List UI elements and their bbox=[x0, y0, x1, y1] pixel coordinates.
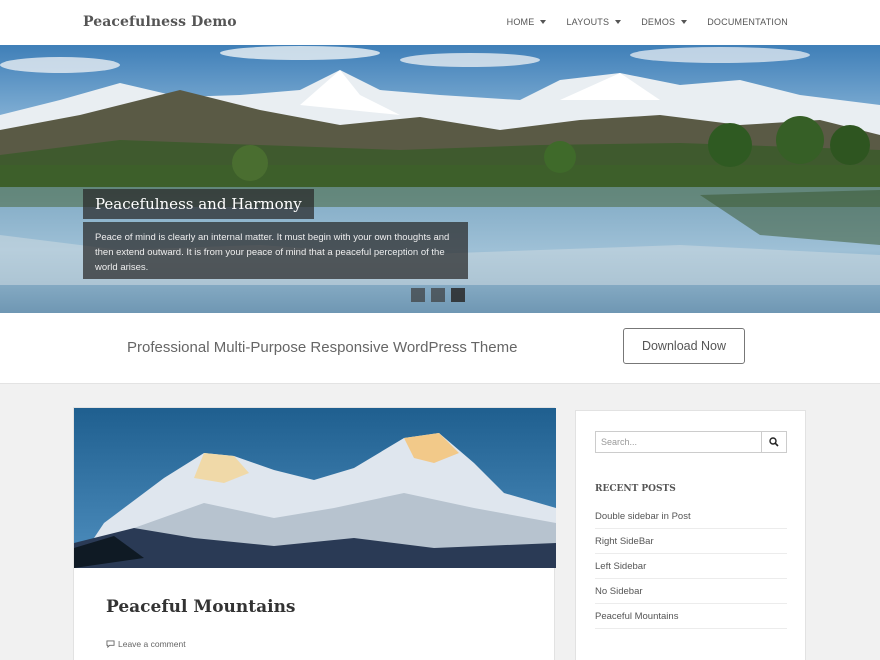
callout-band: Professional Multi-Purpose Responsive Wo… bbox=[0, 313, 880, 384]
slide-description: Peace of mind is clearly an internal mat… bbox=[95, 232, 450, 273]
recent-post-item[interactable]: Left Sidebar bbox=[595, 554, 787, 579]
chevron-down-icon bbox=[540, 20, 547, 24]
slide-title-box: Peacefulness and Harmony bbox=[83, 189, 314, 219]
hero-slider[interactable]: Peacefulness and Harmony Peace of mind i… bbox=[0, 45, 880, 313]
nav-label: DOCUMENTATION bbox=[707, 17, 788, 27]
download-now-button[interactable]: Download Now bbox=[623, 328, 745, 364]
slide-title: Peacefulness and Harmony bbox=[95, 195, 302, 213]
recent-post-item[interactable]: Double sidebar in Post bbox=[595, 504, 787, 529]
slide-description-box: Peace of mind is clearly an internal mat… bbox=[83, 222, 468, 279]
recent-post-item[interactable]: No Sidebar bbox=[595, 579, 787, 604]
slider-dot-3[interactable] bbox=[451, 288, 465, 302]
post-card: Peaceful Mountains Leave a comment bbox=[73, 407, 556, 660]
comment-icon bbox=[106, 640, 115, 648]
main-nav: HOME LAYOUTS DEMOS DOCUMENTATION bbox=[487, 17, 788, 27]
nav-label: LAYOUTS bbox=[566, 17, 610, 27]
nav-item-home[interactable]: HOME bbox=[507, 17, 547, 27]
site-header: Peacefulness Demo HOME LAYOUTS DEMOS DOC… bbox=[0, 0, 880, 45]
search-form bbox=[595, 431, 787, 453]
nav-item-demos[interactable]: DEMOS bbox=[641, 17, 688, 27]
nav-item-documentation[interactable]: DOCUMENTATION bbox=[707, 17, 788, 27]
search-icon bbox=[769, 437, 779, 447]
post-featured-image[interactable] bbox=[74, 408, 556, 568]
slider-dot-1[interactable] bbox=[411, 288, 425, 302]
recent-posts-list: Double sidebar in Post Right SideBar Lef… bbox=[595, 504, 787, 629]
search-button[interactable] bbox=[762, 431, 787, 453]
nav-label: HOME bbox=[506, 17, 535, 27]
slider-pagination bbox=[411, 288, 465, 302]
recent-post-item[interactable]: Right SideBar bbox=[595, 529, 787, 554]
chevron-down-icon bbox=[615, 20, 622, 24]
leave-comment-link[interactable]: Leave a comment bbox=[118, 639, 186, 649]
nav-item-layouts[interactable]: LAYOUTS bbox=[566, 17, 622, 27]
chevron-down-icon bbox=[681, 20, 688, 24]
post-meta[interactable]: Leave a comment bbox=[106, 639, 186, 649]
sidebar: RECENT POSTS Double sidebar in Post Righ… bbox=[575, 410, 806, 660]
callout-text: Professional Multi-Purpose Responsive Wo… bbox=[127, 339, 518, 356]
mountain-image bbox=[74, 408, 556, 568]
recent-post-item[interactable]: Peaceful Mountains bbox=[595, 604, 787, 629]
recent-posts-title: RECENT POSTS bbox=[595, 484, 676, 494]
slider-dot-2[interactable] bbox=[431, 288, 445, 302]
site-title[interactable]: Peacefulness Demo bbox=[83, 14, 237, 30]
search-input[interactable] bbox=[595, 431, 762, 453]
post-title[interactable]: Peaceful Mountains bbox=[106, 597, 296, 617]
nav-label: DEMOS bbox=[641, 17, 676, 27]
